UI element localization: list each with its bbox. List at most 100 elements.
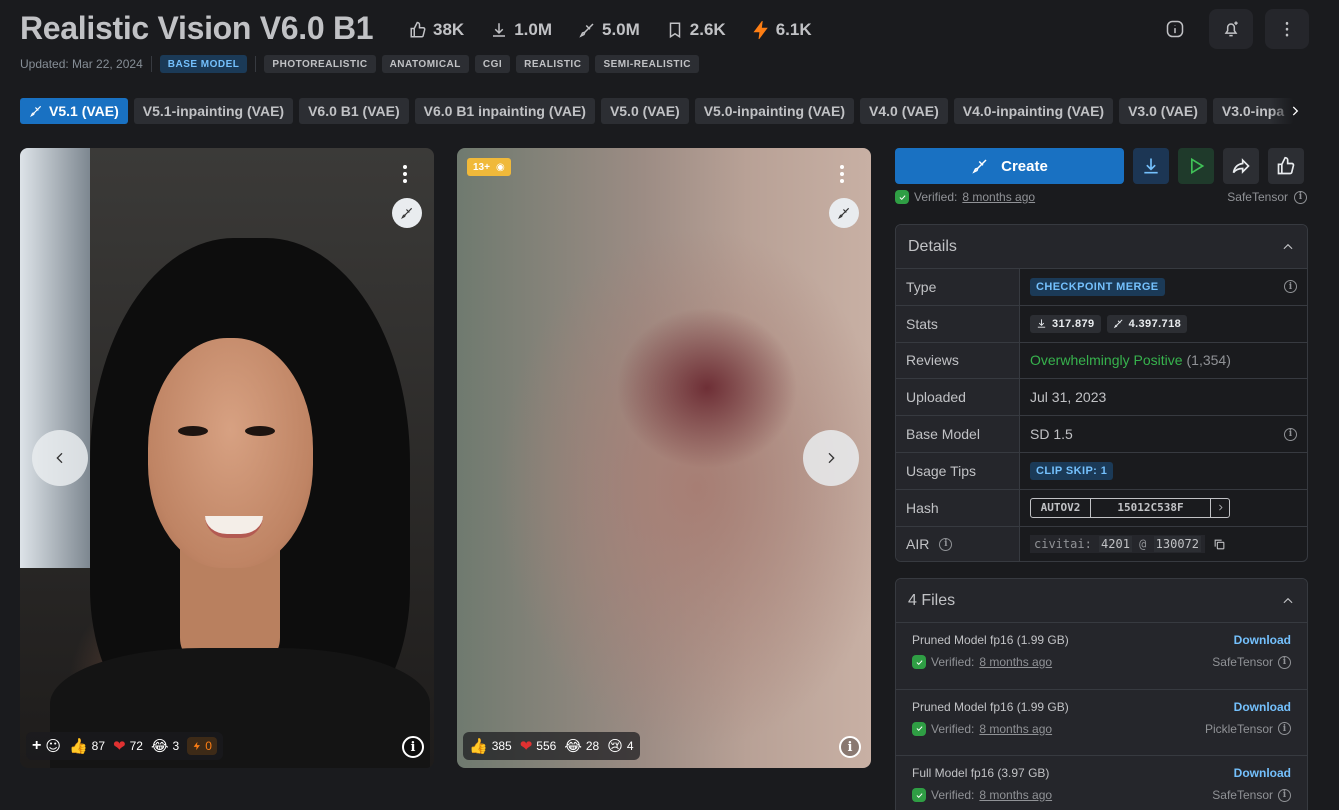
downloads-stat: 1.0M: [481, 16, 561, 44]
version-tab[interactable]: V4.0-inpainting (VAE): [953, 98, 1114, 124]
detail-label: Type: [896, 269, 1020, 305]
more-menu-button[interactable]: [1265, 9, 1309, 49]
reaction-laugh[interactable]: 😂 3: [151, 737, 179, 755]
verified-date-link[interactable]: 8 months ago: [962, 190, 1035, 204]
info-icon[interactable]: i: [939, 537, 953, 551]
info-icon[interactable]: i: [1284, 280, 1297, 294]
likes-count: 38K: [433, 20, 465, 39]
hash-next-button[interactable]: [1211, 499, 1229, 517]
add-reaction-button[interactable]: + ☺: [32, 737, 61, 755]
share-button[interactable]: [1223, 148, 1259, 184]
like-button[interactable]: [1268, 148, 1304, 184]
reviews-link[interactable]: Overwhelmingly Positive: [1030, 352, 1183, 368]
hash-type[interactable]: AUTOV2: [1031, 498, 1091, 517]
cry-emoji: 😢: [607, 737, 623, 755]
gallery-image[interactable]: + ☺ 👍 87 ❤ 72 😂 3 0 i: [20, 148, 434, 768]
reaction-heart[interactable]: ❤ 556: [520, 737, 557, 755]
version-tab[interactable]: V3.0 (VAE): [1119, 98, 1207, 124]
create-button[interactable]: Create: [895, 148, 1124, 184]
copy-icon[interactable]: [1213, 538, 1226, 551]
image-menu-button[interactable]: [394, 162, 416, 186]
reaction-like[interactable]: 👍 87: [69, 737, 105, 755]
laugh-emoji: 😂: [150, 737, 169, 755]
thumbs-up-emoji: 👍: [68, 737, 88, 755]
file-row: Full Model fp16 (3.97 GB) Download Verif…: [896, 755, 1307, 810]
version-tab[interactable]: V5.1 (VAE): [20, 98, 128, 124]
detail-row-base-model: Base Model SD 1.5 i: [896, 415, 1307, 452]
image-info-button[interactable]: i: [402, 736, 424, 758]
reaction-cry[interactable]: 😢 4: [607, 737, 633, 755]
version-tab[interactable]: V5.1-inpainting (VAE): [133, 98, 294, 124]
bookmarks-stat[interactable]: 2.6K: [657, 16, 735, 44]
heart-emoji: ❤: [519, 737, 533, 755]
chevron-up-icon: [1283, 243, 1293, 249]
download-button[interactable]: [1133, 148, 1169, 184]
download-icon: [1037, 319, 1046, 328]
verified-date-link[interactable]: 8 months ago: [979, 722, 1052, 736]
details-header[interactable]: Details: [896, 225, 1307, 268]
verified-label: Verified:: [931, 655, 975, 669]
prev-image-button[interactable]: [32, 430, 88, 486]
reaction-count: 87: [91, 739, 106, 753]
tag-anatomical[interactable]: ANATOMICAL: [381, 55, 469, 73]
version-tab[interactable]: V6.0 B1 (VAE): [299, 98, 409, 124]
detail-row-reviews: Reviews Overwhelmingly Positive (1,354): [896, 341, 1307, 379]
file-download-link[interactable]: Download: [1234, 766, 1291, 780]
reaction-heart[interactable]: ❤ 72: [113, 737, 143, 755]
info-icon[interactable]: i: [1278, 788, 1291, 802]
version-tabs: V5.1 (VAE) V5.1-inpainting (VAE) V6.0 B1…: [20, 98, 1310, 124]
tag-base-model[interactable]: BASE MODEL: [159, 55, 248, 73]
files-header[interactable]: 4 Files: [896, 579, 1307, 622]
tag-cgi[interactable]: CGI: [474, 55, 511, 73]
verified-date-link[interactable]: 8 months ago: [979, 655, 1052, 669]
scroll-right-button[interactable]: [1270, 98, 1310, 124]
file-name: Pruned Model fp16 (1.99 GB): [912, 699, 1069, 714]
tag-semi-realistic[interactable]: SEMI-REALISTIC: [595, 55, 699, 73]
info-icon[interactable]: i: [1278, 655, 1291, 669]
info-icon[interactable]: i: [1294, 190, 1307, 204]
image-menu-button[interactable]: [831, 162, 853, 186]
brush-icon: [401, 207, 413, 219]
version-tab[interactable]: V4.0 (VAE): [860, 98, 948, 124]
file-row: Pruned Model fp16 (1.99 GB) Download Ver…: [896, 688, 1307, 755]
detail-row-air: AIR i civitai: 4201 @ 130072: [896, 525, 1307, 561]
hash-box[interactable]: AUTOV2 15012C538F: [1030, 497, 1230, 518]
version-tab[interactable]: V6.0 B1 inpainting (VAE): [414, 98, 595, 124]
reaction-count: 0: [205, 739, 212, 753]
model-info-button[interactable]: [1153, 9, 1197, 49]
chevron-right-icon: [1218, 504, 1223, 511]
brush-icon: [1113, 319, 1123, 329]
reaction-like[interactable]: 👍 385: [469, 737, 512, 755]
model-page: Realistic Vision V6.0 B1 38K 1.0M 5.0M 2…: [0, 0, 1339, 810]
nsfw-badge[interactable]: 13+ ◉: [467, 158, 511, 176]
hash-value[interactable]: 15012C538F: [1091, 498, 1211, 517]
remix-button[interactable]: [829, 198, 859, 228]
remix-button[interactable]: [392, 198, 422, 228]
verified-date-link[interactable]: 8 months ago: [979, 788, 1052, 802]
info-icon[interactable]: i: [1284, 427, 1297, 441]
image-info-button[interactable]: i: [839, 736, 861, 758]
detail-label: AIR: [906, 536, 930, 553]
info-icon[interactable]: i: [1278, 722, 1291, 735]
verified-label: Verified:: [931, 721, 975, 736]
dots-vertical-icon: [1285, 21, 1289, 37]
tag-realistic[interactable]: REALISTIC: [516, 55, 590, 73]
file-download-link[interactable]: Download: [1234, 700, 1291, 714]
air-model-id: 4201: [1099, 536, 1132, 553]
run-button[interactable]: [1178, 148, 1214, 184]
version-tab[interactable]: V5.0-inpainting (VAE): [694, 98, 855, 124]
gallery-image-blurred[interactable]: 13+ ◉ 👍 385 ❤ 556 😂 28 😢 4 i: [457, 148, 871, 768]
file-download-link[interactable]: Download: [1234, 633, 1291, 647]
tag-photorealistic[interactable]: PHOTOREALISTIC: [264, 55, 376, 73]
likes-stat[interactable]: 38K: [400, 16, 473, 44]
notify-button[interactable]: [1209, 9, 1253, 49]
shield-check-icon: [912, 788, 926, 802]
nsfw-level: 13+: [473, 161, 490, 173]
next-image-button[interactable]: [803, 430, 859, 486]
reaction-laugh[interactable]: 😂 28: [564, 737, 599, 755]
air-identifier[interactable]: civitai: 4201 @ 130072: [1030, 535, 1226, 554]
reaction-buzz[interactable]: 0: [187, 737, 217, 755]
buzz-stat[interactable]: 6.1K: [743, 16, 821, 44]
brush-icon: [972, 159, 987, 174]
version-tab[interactable]: V5.0 (VAE): [600, 98, 689, 124]
